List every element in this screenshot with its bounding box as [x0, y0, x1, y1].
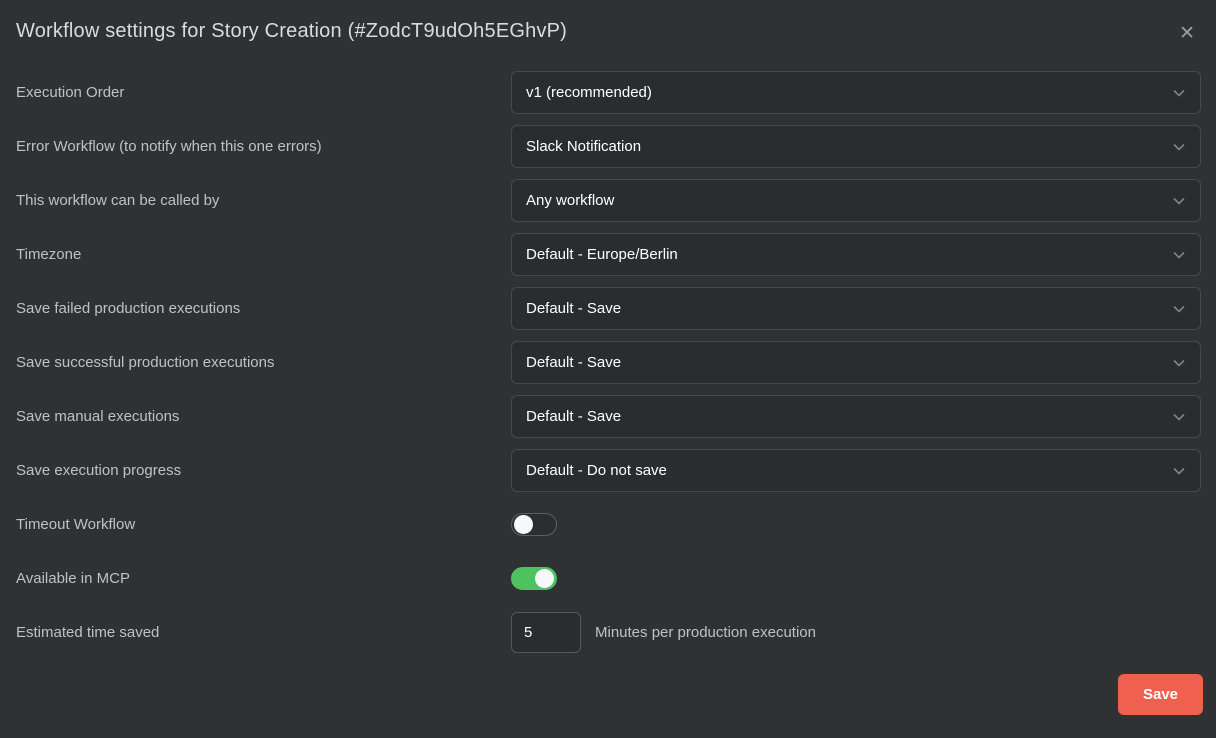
- chevron-down-icon: [1172, 464, 1186, 478]
- available-in-mcp-toggle[interactable]: [511, 567, 557, 590]
- save-progress-select[interactable]: Default - Do not save: [511, 449, 1201, 492]
- chevron-down-icon: [1172, 410, 1186, 424]
- chevron-down-icon: [1172, 86, 1186, 100]
- save-success-label: Save successful production executions: [16, 354, 511, 371]
- select-value: Default - Save: [526, 354, 621, 371]
- save-manual-select[interactable]: Default - Save: [511, 395, 1201, 438]
- chevron-down-icon: [1172, 248, 1186, 262]
- save-manual-label: Save manual executions: [16, 408, 511, 425]
- settings-row: Execution Order v1 (recommended): [16, 71, 1201, 114]
- save-failed-select[interactable]: Default - Save: [511, 287, 1201, 330]
- save-button[interactable]: Save: [1118, 674, 1203, 715]
- toggle-knob: [535, 569, 554, 588]
- settings-row: Save successful production executions De…: [16, 341, 1201, 384]
- select-value: Default - Save: [526, 300, 621, 317]
- chevron-down-icon: [1172, 356, 1186, 370]
- time-saved-suffix: Minutes per production execution: [595, 624, 816, 641]
- modal-title: Workflow settings for Story Creation (#Z…: [16, 20, 567, 43]
- settings-row: Timeout Workflow: [16, 503, 1201, 546]
- save-failed-label: Save failed production executions: [16, 300, 511, 317]
- settings-row: Error Workflow (to notify when this one …: [16, 125, 1201, 168]
- save-success-select[interactable]: Default - Save: [511, 341, 1201, 384]
- called-by-select[interactable]: Any workflow: [511, 179, 1201, 222]
- timeout-workflow-label: Timeout Workflow: [16, 516, 511, 533]
- chevron-down-icon: [1172, 302, 1186, 316]
- select-value: Default - Do not save: [526, 462, 667, 479]
- error-workflow-label: Error Workflow (to notify when this one …: [16, 138, 511, 155]
- modal-header: Workflow settings for Story Creation (#Z…: [16, 20, 1201, 45]
- settings-rows: Execution Order v1 (recommended) Error W…: [16, 71, 1201, 665]
- error-workflow-select[interactable]: Slack Notification: [511, 125, 1201, 168]
- settings-row: Estimated time saved Minutes per product…: [16, 611, 1201, 654]
- timezone-label: Timezone: [16, 246, 511, 263]
- close-icon[interactable]: ✕: [1173, 22, 1201, 45]
- available-in-mcp-label: Available in MCP: [16, 570, 511, 587]
- execution-order-select[interactable]: v1 (recommended): [511, 71, 1201, 114]
- chevron-down-icon: [1172, 194, 1186, 208]
- settings-row: Save manual executions Default - Save: [16, 395, 1201, 438]
- toggle-knob: [514, 515, 533, 534]
- execution-order-label: Execution Order: [16, 84, 511, 101]
- workflow-settings-modal: Workflow settings for Story Creation (#Z…: [0, 0, 1216, 738]
- settings-row: This workflow can be called by Any workf…: [16, 179, 1201, 222]
- time-saved-input[interactable]: [511, 612, 581, 653]
- select-value: v1 (recommended): [526, 84, 652, 101]
- select-value: Default - Save: [526, 408, 621, 425]
- settings-row: Save failed production executions Defaul…: [16, 287, 1201, 330]
- settings-row: Save execution progress Default - Do not…: [16, 449, 1201, 492]
- select-value: Slack Notification: [526, 138, 641, 155]
- estimated-time-saved-label: Estimated time saved: [16, 624, 511, 641]
- select-value: Default - Europe/Berlin: [526, 246, 678, 263]
- chevron-down-icon: [1172, 140, 1186, 154]
- timeout-workflow-toggle[interactable]: [511, 513, 557, 536]
- save-progress-label: Save execution progress: [16, 462, 511, 479]
- called-by-label: This workflow can be called by: [16, 192, 511, 209]
- timezone-select[interactable]: Default - Europe/Berlin: [511, 233, 1201, 276]
- select-value: Any workflow: [526, 192, 614, 209]
- modal-footer: Save: [1118, 674, 1203, 715]
- settings-row: Timezone Default - Europe/Berlin: [16, 233, 1201, 276]
- settings-row: Available in MCP: [16, 557, 1201, 600]
